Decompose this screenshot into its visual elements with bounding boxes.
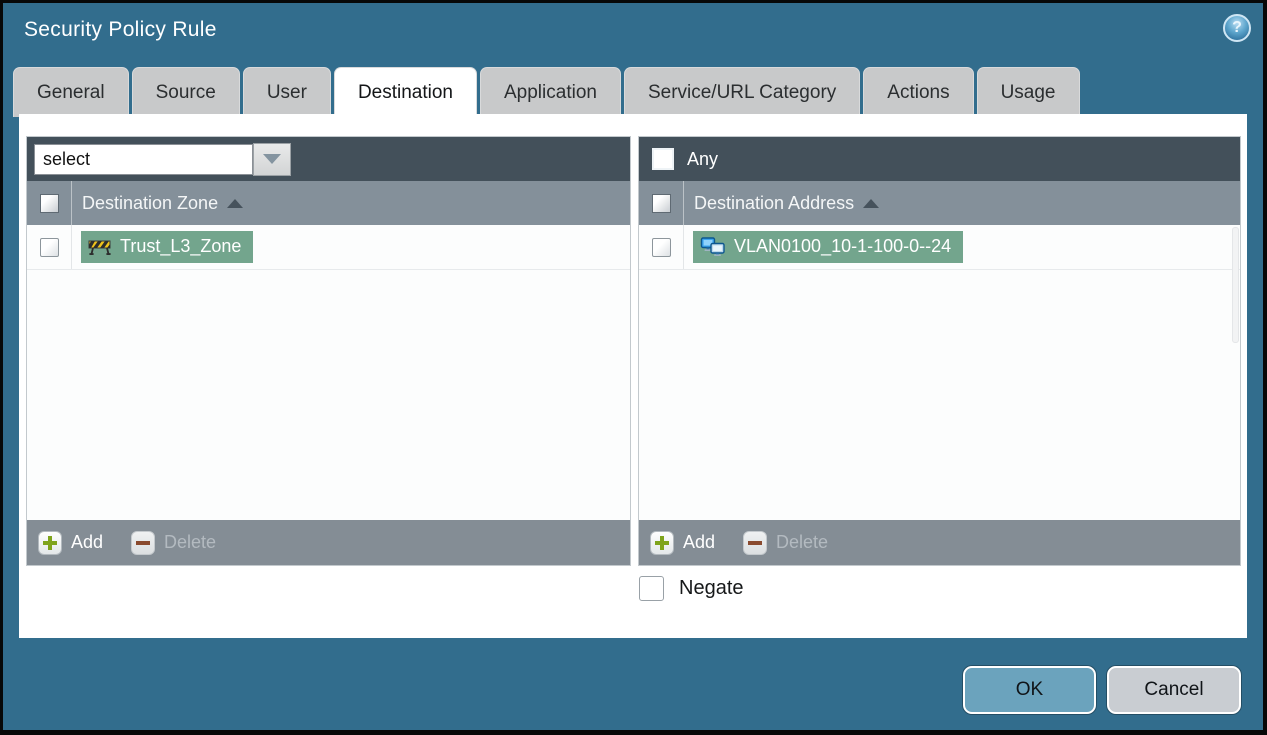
tab-destination[interactable]: Destination [333, 67, 477, 117]
tab-actions[interactable]: Actions [863, 67, 974, 117]
negate-row: Negate [639, 576, 744, 601]
address-select-all-checkbox[interactable] [651, 193, 671, 213]
cancel-button[interactable]: Cancel [1107, 666, 1241, 714]
scrollbar[interactable] [1232, 227, 1239, 343]
dialog-title: Security Policy Rule [24, 18, 217, 41]
address-delete-button[interactable]: Delete [743, 530, 828, 555]
dialog-window: Security Policy Rule ? General Source Us… [3, 3, 1263, 730]
zone-toolbar: select [27, 137, 630, 181]
minus-icon [743, 530, 768, 555]
address-list: VLAN0100_10-1-100-0--24 [639, 225, 1240, 520]
help-icon[interactable]: ? [1223, 14, 1251, 42]
tab-application[interactable]: Application [480, 67, 621, 117]
plus-icon [650, 530, 674, 555]
address-row-checkbox-cell [639, 225, 684, 269]
zone-item-chip[interactable]: Trust_L3_Zone [81, 231, 254, 263]
ok-button[interactable]: OK [963, 666, 1096, 714]
address-item-chip[interactable]: VLAN0100_10-1-100-0--24 [693, 231, 964, 263]
zone-column-header[interactable]: Destination Zone [82, 193, 244, 214]
negate-checkbox[interactable] [639, 576, 664, 601]
address-column-header[interactable]: Destination Address [694, 193, 880, 214]
address-toolbar: Any [639, 137, 1240, 181]
tab-content-destination: select Destination Zone Trust_L3_Zone Ad… [19, 114, 1247, 638]
zone-type-select-input[interactable]: select [34, 143, 253, 175]
table-row: VLAN0100_10-1-100-0--24 [639, 225, 1240, 270]
address-item-label: VLAN0100_10-1-100-0--24 [734, 236, 952, 256]
zone-barrier-icon [88, 240, 111, 255]
minus-icon [131, 530, 156, 555]
chevron-down-icon [263, 154, 281, 164]
destination-zone-panel: select Destination Zone Trust_L3_Zone Ad… [26, 136, 631, 566]
zone-add-button[interactable]: Add [38, 530, 103, 555]
zone-type-dropdown-button[interactable] [253, 142, 291, 176]
tab-bar: General Source User Destination Applicat… [13, 67, 1080, 117]
zone-row-checkbox-cell [27, 225, 72, 269]
any-label: Any [687, 148, 719, 169]
negate-label: Negate [679, 577, 744, 599]
address-select-all-cell [639, 181, 684, 225]
zone-item-label: Trust_L3_Zone [120, 236, 242, 256]
sort-ascending-icon [863, 198, 880, 208]
table-row: Trust_L3_Zone [27, 225, 630, 270]
zone-select-all-checkbox[interactable] [39, 193, 59, 213]
zone-type-combo: select [34, 142, 291, 176]
any-checkbox[interactable] [652, 148, 674, 170]
address-column-header-row: Destination Address [639, 181, 1240, 225]
security-policy-rule-dialog: Security Policy Rule ? General Source Us… [0, 0, 1267, 735]
tab-general[interactable]: General [13, 67, 129, 117]
tab-user[interactable]: User [242, 67, 331, 117]
address-add-button[interactable]: Add [650, 530, 715, 555]
zone-delete-button[interactable]: Delete [131, 530, 216, 555]
zone-select-all-cell [27, 181, 72, 225]
zone-row-checkbox[interactable] [39, 237, 59, 257]
tab-usage[interactable]: Usage [976, 67, 1080, 117]
address-network-icon [700, 237, 725, 256]
address-row-checkbox[interactable] [651, 237, 671, 257]
zone-list: Trust_L3_Zone [27, 225, 630, 520]
destination-address-panel: Any Destination Address VLAN0100_10-1-10… [638, 136, 1241, 566]
plus-icon [38, 530, 62, 555]
zone-footer: Add Delete [27, 520, 630, 565]
sort-ascending-icon [227, 198, 244, 208]
tab-source[interactable]: Source [131, 67, 240, 117]
tab-service-url-category[interactable]: Service/URL Category [623, 67, 861, 117]
zone-column-header-row: Destination Zone [27, 181, 630, 225]
address-footer: Add Delete [639, 520, 1240, 565]
